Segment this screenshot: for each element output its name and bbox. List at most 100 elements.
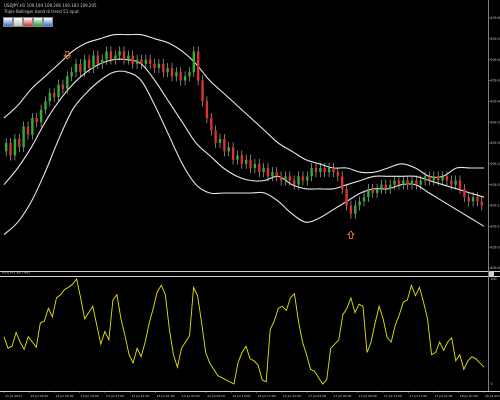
candle-body: [61, 84, 65, 89]
candle-body: [148, 59, 152, 64]
price-tick-label: 109.600: [491, 16, 500, 20]
candle-body: [205, 101, 209, 118]
candle-body: [188, 72, 191, 77]
oscillator-line: [3, 277, 485, 385]
price-tick-label: 109.200: [491, 183, 500, 187]
candle-body: [476, 197, 479, 202]
candle-body: [210, 118, 213, 131]
candle-body: [192, 51, 196, 73]
time-label: 13 Jul 09:00: [56, 394, 74, 398]
candle-body: [275, 172, 278, 177]
candle-body: [371, 188, 374, 193]
candle-body: [92, 55, 95, 68]
candle-body: [236, 155, 239, 160]
price-tick-label: 109.000: [491, 266, 500, 270]
candle-body: [349, 205, 353, 214]
candle-body: [57, 84, 60, 98]
candle-body: [105, 51, 108, 60]
price-tick-label: 109.300: [491, 141, 500, 145]
time-label: 18 Jul 05:00: [485, 394, 500, 398]
candle-body: [39, 109, 43, 123]
time-label: 17 Jul 13:00: [384, 394, 402, 398]
candle-body: [131, 55, 134, 64]
candle-body: [79, 63, 82, 73]
lower-band-line: [3, 70, 485, 236]
candle-body: [183, 76, 187, 81]
candle-body: [332, 168, 335, 173]
candle-body: [292, 180, 296, 185]
price-tick-label: 109.500: [491, 58, 500, 62]
candle-body: [397, 180, 401, 185]
price-tick-label: 109.050: [491, 245, 500, 249]
price-tick-label: 109.100: [491, 225, 500, 229]
candle-body: [87, 59, 91, 68]
candle-body: [393, 180, 396, 185]
candle-body: [109, 51, 113, 60]
candle-body: [406, 180, 409, 185]
candle-body: [288, 176, 292, 181]
candle-body: [388, 184, 392, 189]
price-tick-label: 109.550: [491, 37, 500, 41]
candle-body: [96, 55, 100, 64]
candle-body: [306, 176, 309, 181]
candle-body: [140, 59, 143, 64]
time-label: 13 Jul 17:00: [106, 394, 124, 398]
candle-body: [218, 138, 222, 143]
candle-body: [253, 163, 257, 168]
candle-body: [362, 197, 366, 202]
trading-chart[interactable]: USDJPY,H1 109.194 109.206 109.183 109.20…: [0, 0, 500, 400]
candle-body: [244, 159, 248, 164]
candle-body: [436, 176, 440, 181]
candle-body: [367, 188, 370, 198]
candle-body: [9, 143, 12, 156]
candle-body: [402, 180, 405, 185]
candle-body: [467, 197, 470, 202]
candle-body: [471, 197, 475, 202]
price-tick-label: 109.150: [491, 204, 500, 208]
candle-body: [319, 168, 322, 173]
candle-body: [266, 168, 270, 177]
time-label: 17 Jul 09:00: [359, 394, 377, 398]
candle-body: [22, 126, 25, 148]
chart-canvas: RSI(14) 38.7962 109.600 109.550 109.500 109…: [0, 0, 500, 398]
candle-body: [454, 180, 457, 185]
signal-arrow-up: [346, 230, 355, 240]
candle-body: [310, 168, 313, 177]
candle-body: [175, 72, 178, 77]
candle-body: [423, 176, 427, 181]
candle-body: [118, 51, 121, 56]
oscillator-title: RSI(14) 38.7962: [2, 271, 30, 275]
candle-body: [70, 72, 73, 77]
candle-body: [223, 138, 226, 152]
candle-body: [284, 176, 287, 181]
candle-body: [249, 159, 252, 168]
candle-body: [153, 63, 156, 68]
candle-body: [428, 176, 431, 181]
candle-body: [358, 201, 361, 206]
candle-body: [271, 172, 274, 177]
candle-body: [201, 80, 204, 102]
time-label: 17 Jul 05:00: [333, 394, 351, 398]
time-label: 13 Jul 2017: [5, 394, 22, 398]
candle-body: [410, 180, 414, 185]
time-label: 14 Jul 01:00: [157, 394, 175, 398]
candle-body: [196, 51, 200, 81]
candle-body: [114, 55, 117, 60]
candle-body: [323, 168, 326, 173]
window-handle[interactable]: [489, 271, 494, 277]
candle-body: [13, 138, 17, 156]
time-label: 17 Jul 01:00: [308, 394, 326, 398]
price-tick-label: 109.400: [491, 100, 500, 104]
candle-body: [135, 59, 139, 64]
time-label: 14 Jul 13:00: [232, 394, 250, 398]
candle-body: [166, 68, 169, 73]
candle-body: [327, 168, 331, 173]
time-label: 14 Jul 05:00: [182, 394, 200, 398]
candle-body: [52, 93, 56, 98]
candle-body: [44, 101, 47, 110]
candle-body: [240, 155, 244, 164]
candle-body: [458, 180, 462, 189]
candle-body: [450, 180, 453, 185]
candle-body: [301, 176, 305, 181]
time-label: 13 Jul 05:00: [30, 394, 48, 398]
